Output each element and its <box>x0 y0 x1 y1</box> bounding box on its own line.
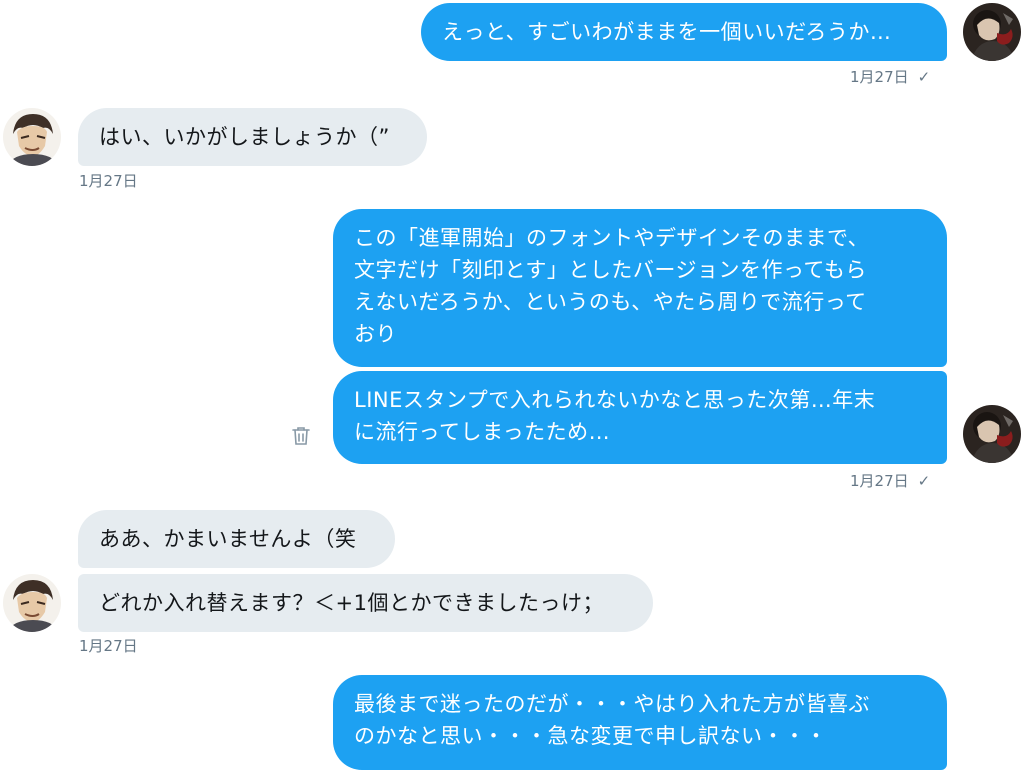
trash-icon[interactable] <box>289 424 313 448</box>
timestamp: 1月27日 <box>850 472 909 490</box>
message-bubble-outgoing[interactable]: えっと、すごいわがままを一個いいだろうか… <box>421 3 947 61</box>
message-meta: 1月27日 ✓ <box>850 67 930 87</box>
contact-avatar[interactable] <box>3 108 61 166</box>
contact-avatar[interactable] <box>3 574 61 632</box>
my-avatar[interactable] <box>963 3 1021 61</box>
message-bubble-outgoing[interactable]: 最後まで迷ったのだが・・・やはり入れた方が皆喜ぶ のかなと思い・・・急な変更で申… <box>333 675 947 770</box>
timestamp: 1月27日 <box>850 68 909 86</box>
message-bubble-incoming[interactable]: はい、いかがしましょうか（” <box>78 108 427 166</box>
message-bubble-incoming[interactable]: ああ、かまいませんよ（笑 <box>78 510 395 568</box>
timestamp: 1月27日 <box>79 172 138 190</box>
read-check-icon: ✓ <box>917 472 931 490</box>
my-avatar[interactable] <box>963 405 1021 463</box>
read-check-icon: ✓ <box>917 68 931 86</box>
message-bubble-outgoing[interactable]: この「進軍開始」のフォントやデザインそのままで、 文字だけ「刻印とす」としたバー… <box>333 209 947 367</box>
timestamp: 1月27日 <box>79 637 138 655</box>
message-bubble-outgoing[interactable]: LINEスタンプで入れられないかなと思った次第…年末 に流行ってしまったため… <box>333 371 947 464</box>
message-meta: 1月27日 ✓ <box>850 471 930 491</box>
message-bubble-incoming[interactable]: どれか入れ替えます？＜+1個とかできましたっけ； <box>78 574 653 632</box>
